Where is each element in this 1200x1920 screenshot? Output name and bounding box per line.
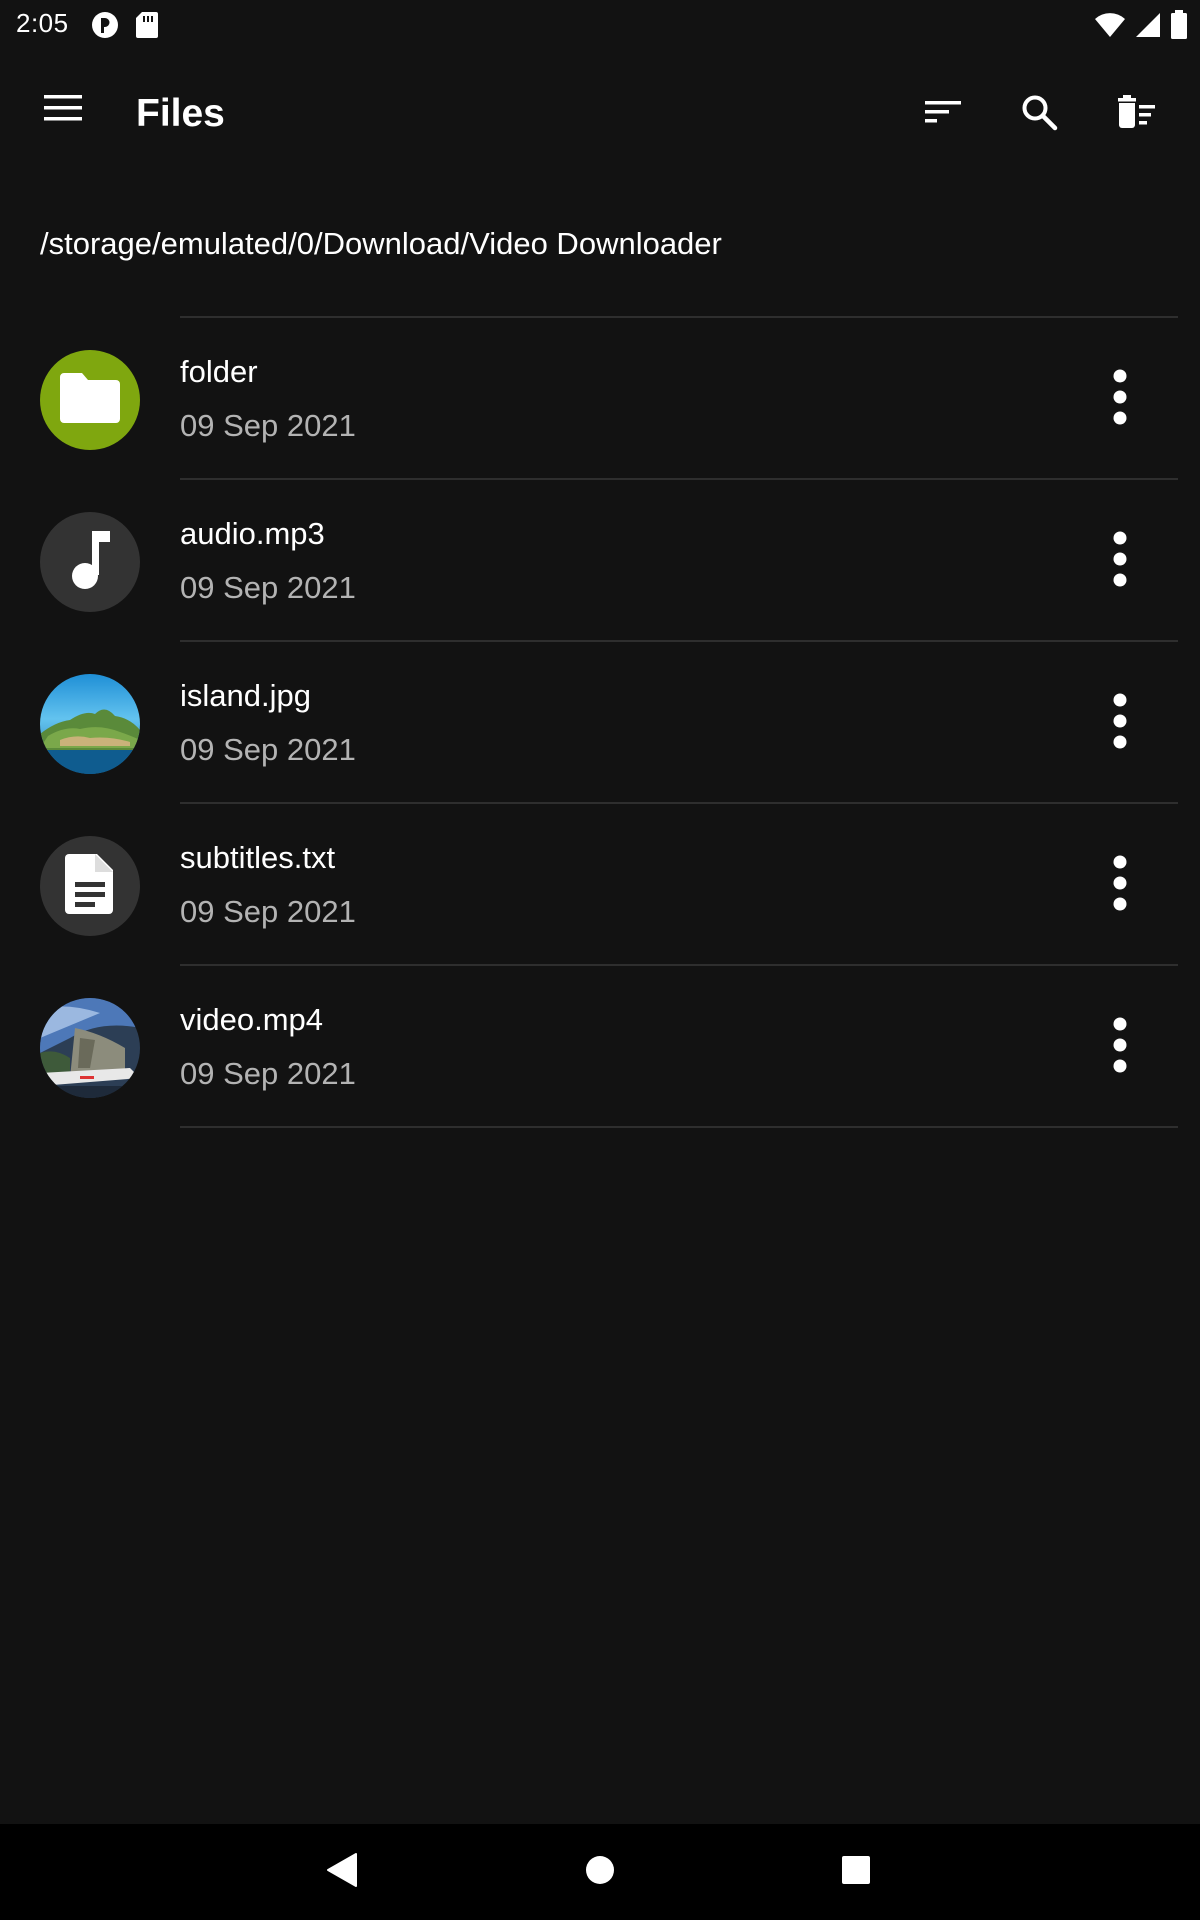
more-vert-icon bbox=[1112, 693, 1128, 754]
list-item[interactable]: subtitles.txt 09 Sep 2021 bbox=[0, 804, 1200, 966]
file-date: 09 Sep 2021 bbox=[180, 894, 356, 929]
status-left-icons bbox=[90, 10, 160, 45]
music-note-icon bbox=[68, 529, 112, 596]
cell-signal-icon bbox=[1134, 11, 1162, 44]
video-thumbnail bbox=[40, 998, 140, 1098]
recents-icon bbox=[838, 1852, 874, 1893]
file-name: audio.mp3 bbox=[180, 516, 325, 551]
more-options-button[interactable] bbox=[1092, 526, 1148, 596]
podcast-icon bbox=[90, 10, 120, 45]
sort-icon bbox=[923, 97, 963, 132]
file-avatar bbox=[40, 350, 140, 450]
more-vert-icon bbox=[1112, 369, 1128, 430]
file-avatar bbox=[40, 512, 140, 612]
delete-sweep-icon bbox=[1115, 94, 1157, 135]
more-options-button[interactable] bbox=[1092, 364, 1148, 434]
file-avatar bbox=[40, 836, 140, 936]
sd-card-icon bbox=[134, 10, 160, 45]
more-vert-icon bbox=[1112, 855, 1128, 916]
home-icon bbox=[582, 1852, 618, 1893]
page-title: Files bbox=[136, 92, 225, 135]
more-vert-icon bbox=[1112, 531, 1128, 592]
more-vert-icon bbox=[1112, 1017, 1128, 1078]
app-bar: Files bbox=[0, 50, 1200, 176]
file-name: video.mp4 bbox=[180, 1002, 324, 1037]
search-icon bbox=[1020, 93, 1058, 136]
file-name: subtitles.txt bbox=[180, 840, 336, 875]
document-icon bbox=[64, 852, 116, 921]
folder-icon bbox=[57, 371, 123, 430]
system-nav-bar bbox=[0, 1824, 1200, 1920]
recents-button[interactable] bbox=[828, 1844, 884, 1900]
back-icon bbox=[322, 1850, 362, 1895]
file-date: 09 Sep 2021 bbox=[180, 570, 356, 605]
more-options-button[interactable] bbox=[1092, 1012, 1148, 1082]
status-bar: 2:05 bbox=[0, 0, 1200, 50]
file-date: 09 Sep 2021 bbox=[180, 1056, 356, 1091]
file-name: folder bbox=[180, 354, 258, 389]
delete-sweep-button[interactable] bbox=[1108, 86, 1164, 142]
search-button[interactable] bbox=[1011, 86, 1067, 142]
more-options-button[interactable] bbox=[1092, 850, 1148, 920]
file-date: 09 Sep 2021 bbox=[180, 408, 356, 443]
image-thumbnail bbox=[40, 674, 140, 774]
wifi-icon bbox=[1094, 11, 1126, 44]
home-button[interactable] bbox=[572, 1844, 628, 1900]
hamburger-menu-icon bbox=[44, 93, 84, 128]
more-options-button[interactable] bbox=[1092, 688, 1148, 758]
back-button[interactable] bbox=[314, 1844, 370, 1900]
breadcrumb-path: /storage/emulated/0/Download/Video Downl… bbox=[40, 226, 722, 261]
list-item[interactable]: island.jpg 09 Sep 2021 bbox=[0, 642, 1200, 804]
list-item[interactable]: audio.mp3 09 Sep 2021 bbox=[0, 480, 1200, 642]
menu-button[interactable] bbox=[44, 90, 84, 130]
file-name: island.jpg bbox=[180, 678, 311, 713]
file-date: 09 Sep 2021 bbox=[180, 732, 356, 767]
sort-button[interactable] bbox=[915, 86, 971, 142]
status-right-icons bbox=[1094, 10, 1188, 45]
battery-icon bbox=[1170, 10, 1188, 45]
list-item[interactable]: folder 09 Sep 2021 bbox=[0, 318, 1200, 480]
list-divider bbox=[180, 1126, 1178, 1128]
list-item[interactable]: video.mp4 09 Sep 2021 bbox=[0, 966, 1200, 1128]
status-time: 2:05 bbox=[16, 8, 69, 38]
